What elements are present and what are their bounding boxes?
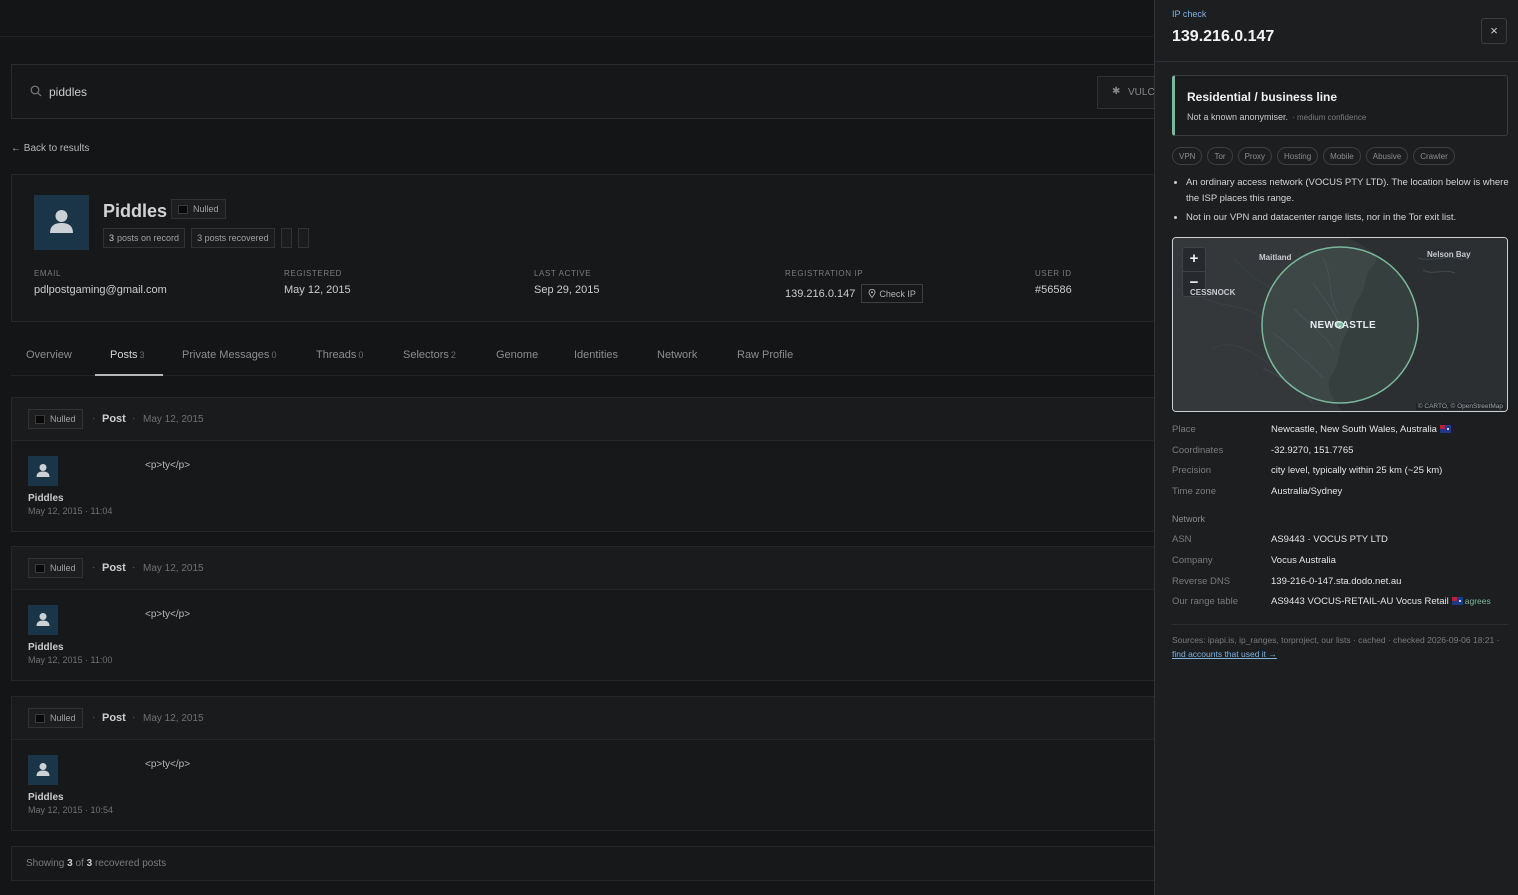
australia-flag-icon — [1439, 425, 1451, 434]
range-table-value: AS9443 VOCUS-RETAIL-AU Vocus Retail agree… — [1271, 596, 1491, 607]
flag-chips: VPN Tor Proxy Hosting Mobile Abusive Cra… — [1172, 147, 1455, 165]
verdict-notes: An ordinary access network (VOCUS PTY LT… — [1172, 175, 1512, 229]
map-attribution[interactable]: © CARTO, © OpenStreetMap — [1415, 403, 1505, 410]
confidence-label: · medium confidence — [1292, 113, 1367, 122]
verdict-card: Residential / business line Not a known … — [1172, 75, 1508, 136]
reverse-dns-label: Reverse DNS — [1172, 576, 1231, 587]
range-table-text: AS9443 VOCUS-RETAIL-AU Vocus Retail — [1271, 596, 1449, 607]
find-accounts-link[interactable]: find accounts that used it → — [1172, 649, 1277, 659]
coordinates-value: -32.9270, 151.7765 — [1271, 445, 1354, 456]
agrees-badge: agrees — [1464, 596, 1491, 606]
company-value: Vocus Australia — [1271, 555, 1336, 566]
australia-flag-icon — [1451, 597, 1463, 606]
network-section-header: Network — [1172, 514, 1206, 524]
divider — [1155, 61, 1518, 62]
precision-value: city level, typically within 25 km (~25 … — [1271, 465, 1443, 476]
panel-title: 139.216.0.147 — [1172, 28, 1275, 45]
coordinates-label: Coordinates — [1172, 445, 1224, 456]
place-text: Newcastle, New South Wales, Australia — [1271, 424, 1437, 435]
chip-crawler: Crawler — [1413, 147, 1455, 165]
verdict-title: Residential / business line — [1187, 90, 1338, 104]
timezone-value: Australia/Sydney — [1271, 486, 1343, 497]
company-label: Company — [1172, 555, 1213, 566]
location-map[interactable]: + − Maitland Nelson Bay CESSNOCK NEWCAST… — [1172, 237, 1508, 412]
sources-text: Sources: ipapi.is, ip_ranges, torproject… — [1172, 635, 1500, 645]
chip-mobile: Mobile — [1323, 147, 1361, 165]
map-label-newcastle: NEWCASTLE — [1310, 320, 1377, 331]
chip-hosting: Hosting — [1277, 147, 1319, 165]
precision-label: Precision — [1172, 465, 1212, 476]
close-button[interactable]: × — [1481, 18, 1507, 44]
sources-note: Sources: ipapi.is, ip_ranges, torproject… — [1172, 633, 1512, 661]
map-label-cessnock: CESSNOCK — [1190, 288, 1236, 297]
range-table-label: Our range table — [1172, 596, 1239, 607]
chip-vpn: VPN — [1172, 147, 1203, 165]
verdict-subtitle: Not a known anonymiser. · medium confiden… — [1187, 112, 1366, 122]
place-value: Newcastle, New South Wales, Australia — [1271, 424, 1451, 435]
ip-check-panel: IP check 139.216.0.147 × Residential / b… — [1154, 0, 1518, 895]
verdict-text: Not a known anonymiser. — [1187, 112, 1289, 122]
zoom-in-button[interactable]: + — [1183, 248, 1205, 272]
place-label: Place — [1172, 424, 1196, 435]
asn-label: ASN — [1172, 534, 1192, 545]
note-item: An ordinary access network (VOCUS PTY LT… — [1172, 175, 1512, 207]
map-label-maitland: Maitland — [1259, 253, 1292, 262]
asn-value: AS9443 · VOCUS PTY LTD — [1271, 534, 1388, 545]
close-icon: × — [1490, 23, 1498, 38]
panel-kicker: IP check — [1172, 9, 1207, 19]
chip-tor: Tor — [1207, 147, 1233, 165]
reverse-dns-value: 139-216-0-147.sta.dodo.net.au — [1271, 576, 1402, 587]
chip-abusive: Abusive — [1365, 147, 1409, 165]
note-item: Not in our VPN and datacenter range list… — [1172, 210, 1512, 226]
divider — [1172, 624, 1508, 625]
map-label-nelson-bay: Nelson Bay — [1427, 250, 1471, 259]
chip-proxy: Proxy — [1237, 147, 1273, 165]
timezone-label: Time zone — [1172, 486, 1216, 497]
